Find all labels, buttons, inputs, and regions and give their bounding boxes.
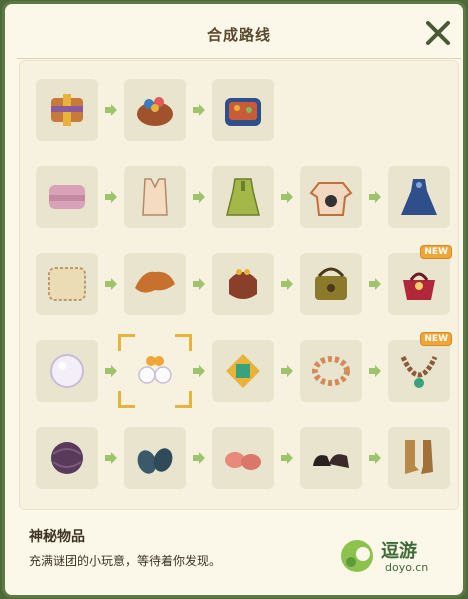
black-shoes-icon (313, 454, 349, 468)
gem-brooch-icon (226, 354, 260, 388)
arrow-right-icon (105, 278, 117, 290)
page-title: 合成路线 (206, 26, 271, 44)
panel-header: 合成路线 (17, 12, 461, 59)
bead-bracelet-icon (312, 356, 350, 386)
item-slot[interactable] (36, 253, 98, 315)
synthesis-route-panel: 合成路线 NEW NEW 神秘物品 充满谜团的小玩意，等待着你发现。 逗游 doy… (2, 1, 466, 598)
watermark-brand: 逗游 (381, 541, 417, 562)
arrow-right-icon (281, 365, 293, 377)
arrow-right-icon (281, 452, 293, 464)
blue-slippers-icon (137, 448, 173, 474)
item-slot[interactable] (212, 253, 274, 315)
item-slot[interactable] (124, 166, 186, 228)
arrow-right-icon (193, 452, 205, 464)
satchel-icon (315, 267, 347, 300)
item-slot[interactable] (212, 79, 274, 141)
pearl-icon (50, 354, 84, 388)
leather-patch-icon (48, 267, 86, 301)
craft-basket-icon (137, 97, 173, 126)
cat-sweater-icon (309, 182, 353, 216)
yarn-ball-icon (51, 442, 83, 474)
route-grid: NEW NEW (20, 61, 458, 509)
tank-top-icon (142, 178, 168, 216)
item-slot[interactable]: NEW (388, 332, 452, 402)
pearl-earrings-icon (138, 356, 172, 384)
arrow-right-icon (369, 191, 381, 203)
item-slot[interactable] (212, 427, 274, 489)
item-slot[interactable] (36, 427, 98, 489)
pearl-necklace-icon (400, 355, 438, 388)
pink-slippers-icon (225, 452, 261, 470)
close-icon (426, 21, 450, 45)
item-slot[interactable] (212, 340, 274, 402)
arrow-right-icon (193, 191, 205, 203)
item-slot[interactable] (300, 340, 362, 402)
arrow-right-icon (193, 365, 205, 377)
coin-purse-icon (229, 269, 257, 299)
arrow-right-icon (105, 365, 117, 377)
new-badge: NEW (420, 245, 452, 259)
arrow-right-icon (369, 365, 381, 377)
item-slot[interactable] (124, 427, 186, 489)
selection-bracket (118, 334, 135, 351)
arrow-right-icon (193, 278, 205, 290)
leather-hide-icon (135, 271, 175, 293)
selection-bracket (118, 391, 135, 408)
arrow-right-icon (105, 452, 117, 464)
close-button[interactable] (423, 18, 453, 48)
arrow-right-icon (193, 104, 205, 116)
item-slot[interactable] (124, 79, 186, 141)
item-slot[interactable] (212, 166, 274, 228)
selection-bracket (175, 391, 192, 408)
blue-gown-icon (401, 179, 437, 215)
arrow-right-icon (105, 104, 117, 116)
route-grid-container: NEW NEW (19, 60, 459, 510)
folded-cloth-icon (49, 185, 85, 209)
tan-boots-icon (405, 440, 433, 474)
item-slot[interactable] (124, 253, 186, 315)
selection-bracket (175, 334, 192, 351)
arrow-right-icon (281, 191, 293, 203)
watermark-domain: doyo.cn (385, 561, 429, 574)
wrapped-fabric-icon (51, 94, 83, 126)
watermark-logo-icon (341, 540, 373, 572)
item-slot[interactable] (300, 427, 362, 489)
item-slot[interactable] (388, 427, 450, 489)
arrow-right-icon (369, 278, 381, 290)
watermark: 逗游 doyo.cn (337, 531, 449, 581)
new-badge: NEW (420, 332, 452, 346)
item-slot[interactable] (36, 166, 98, 228)
item-slot[interactable] (388, 166, 450, 228)
item-slot[interactable] (118, 334, 192, 408)
arrow-right-icon (105, 191, 117, 203)
sewing-box-icon (225, 98, 261, 126)
green-dress-icon (226, 178, 260, 216)
item-slot[interactable]: NEW (388, 245, 452, 315)
arrow-right-icon (281, 278, 293, 290)
red-handbag-icon (403, 272, 435, 300)
item-slot[interactable] (300, 253, 362, 315)
item-slot[interactable] (36, 340, 98, 402)
arrow-right-icon (369, 452, 381, 464)
item-slot[interactable] (300, 166, 362, 228)
item-slot[interactable] (36, 79, 98, 141)
